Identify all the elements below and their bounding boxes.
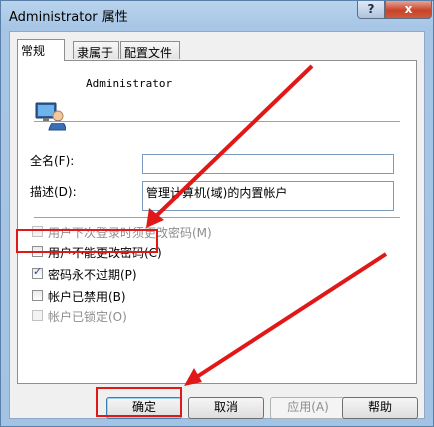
general-panel: Administrator 全名(F): 描述(D): 管理计算机(域)的内置帐… [17, 60, 417, 384]
dialog-client: 常规 隶属于 配置文件 Administrator 全名(F): 描述(D): … [9, 31, 425, 419]
help-icon[interactable]: ? [357, 1, 385, 19]
checkbox[interactable] [32, 290, 43, 301]
tab-profile[interactable]: 配置文件 [120, 41, 180, 60]
checkbox-checked[interactable] [32, 265, 43, 279]
window-title: Administrator 属性 [9, 10, 128, 25]
user-icon [35, 102, 66, 131]
separator-mid [34, 217, 400, 219]
description-label: 描述(D): [30, 185, 77, 199]
help-button[interactable]: 帮助 [342, 397, 418, 419]
fullname-input[interactable] [142, 154, 394, 174]
title-bar[interactable]: Administrator 属性 ? x [1, 1, 433, 27]
tab-member-of[interactable]: 隶属于 [73, 41, 119, 60]
highlight-box-ok-button [96, 387, 182, 417]
apply-button[interactable]: 应用(A) [270, 397, 346, 419]
highlight-box-password-option [16, 229, 158, 253]
cancel-button[interactable]: 取消 [188, 397, 264, 419]
fullname-label: 全名(F): [30, 154, 75, 168]
properties-window: Administrator 属性 ? x 常规 隶属于 配置文件 Adminis… [0, 0, 434, 427]
close-icon[interactable]: x [385, 1, 432, 19]
option-label: 密码永不过期(P) [48, 268, 137, 282]
description-input[interactable]: 管理计算机(域)的内置帐户 [142, 181, 394, 211]
user-name: Administrator [86, 77, 173, 90]
checkbox[interactable] [32, 310, 43, 321]
tab-general[interactable]: 常规 [17, 39, 65, 61]
separator-top [34, 121, 400, 123]
option-label: 帐户已锁定(O) [48, 310, 127, 324]
option-label: 帐户已禁用(B) [48, 290, 126, 304]
